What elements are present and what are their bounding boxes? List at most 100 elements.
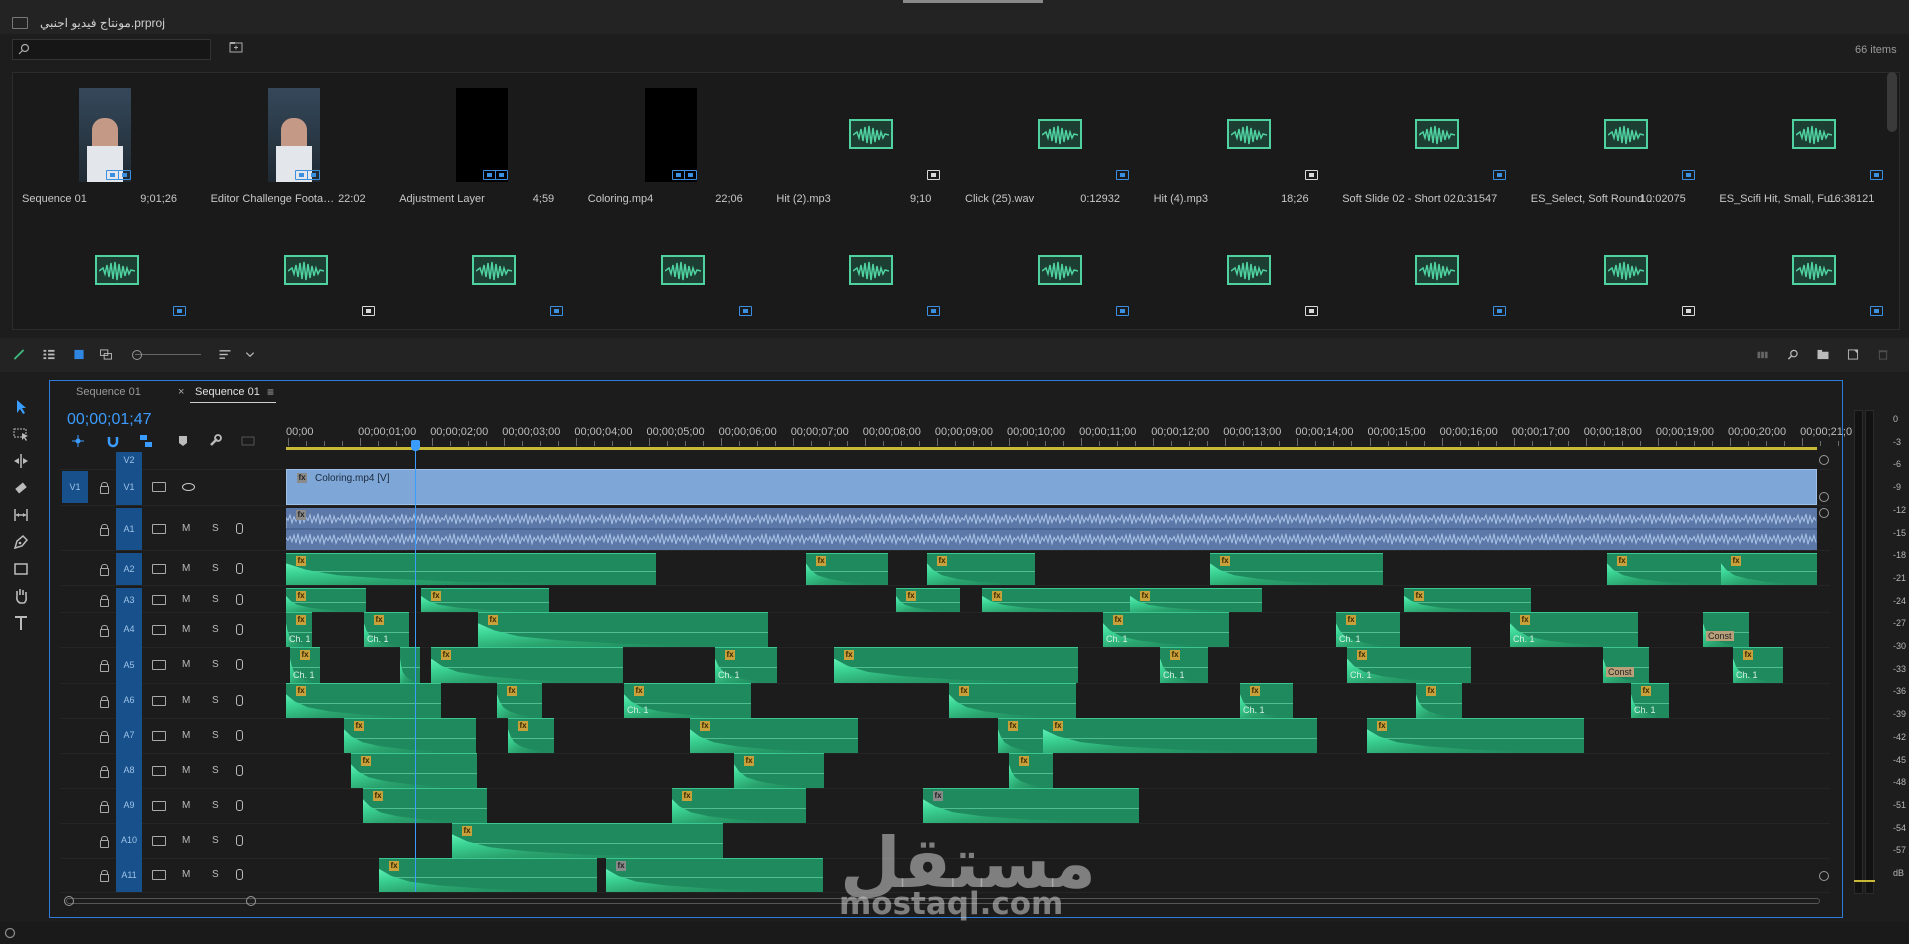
list-view-icon[interactable] — [42, 349, 56, 360]
track-target-a8[interactable]: A8 — [116, 753, 142, 788]
solo-track-button[interactable]: S — [212, 523, 219, 534]
toggle-output-eye-icon[interactable] — [182, 483, 195, 491]
pencil-icon[interactable] — [12, 349, 26, 360]
bin-item[interactable]: Miscellaneous (4).wav0:26384 — [13, 216, 201, 329]
audio-clip[interactable]: fx — [949, 683, 1076, 718]
audio-clip[interactable]: fx — [606, 858, 823, 892]
audio-clip[interactable]: fx Ch. 1 — [1733, 647, 1783, 683]
track-target-v1[interactable]: V1 — [116, 469, 142, 505]
track-target-a3[interactable]: A3 — [116, 588, 142, 612]
audio-clip[interactable]: fx — [497, 683, 542, 718]
bin-item[interactable]: Sequence 01 9;01;26 — [13, 80, 201, 210]
cc-sync-icon[interactable] — [4, 927, 16, 939]
bin-item[interactable]: ES_Select, Soft Round... 10:02075 — [1522, 80, 1710, 210]
track-scroll-top-handle[interactable] — [1819, 455, 1829, 465]
audio-clip[interactable]: fx — [806, 553, 888, 585]
mute-track-button[interactable]: M — [182, 800, 190, 811]
voice-over-record-icon[interactable] — [236, 835, 243, 846]
tab-sequence-01-inactive[interactable]: Sequence 01 — [76, 386, 141, 398]
lock-track-icon[interactable] — [100, 564, 109, 576]
solo-track-button[interactable]: S — [212, 624, 219, 635]
type-tool-icon[interactable] — [12, 614, 30, 632]
audio-clip[interactable]: fx — [452, 823, 723, 858]
lock-track-icon[interactable] — [100, 696, 109, 708]
find-icon[interactable] — [1786, 349, 1800, 360]
audio-clip[interactable] — [400, 647, 420, 683]
voice-over-record-icon[interactable] — [236, 869, 243, 880]
track-scroll-bottom-handle[interactable] — [1819, 871, 1829, 881]
bin-item[interactable]: Coloring.mp4 22;06 — [579, 80, 767, 210]
audio-clip[interactable]: fx — [982, 588, 1130, 612]
automate-to-sequence-icon[interactable] — [1756, 349, 1770, 360]
audio-clip[interactable]: fx — [286, 683, 441, 718]
audio-clip[interactable]: fx — [927, 553, 1035, 585]
new-bin-icon[interactable] — [229, 41, 243, 53]
audio-clip[interactable]: fx Ch. 1 — [1160, 647, 1208, 683]
lock-track-icon[interactable] — [100, 836, 109, 848]
snap-icon[interactable] — [106, 434, 120, 448]
sync-lock-icon[interactable] — [152, 660, 166, 670]
razor-tool-icon[interactable] — [12, 479, 30, 497]
tab-sequence-01-active[interactable]: Sequence 01 — [195, 386, 260, 398]
bin-item[interactable]: Glitch (1).wav0:30870 — [202, 216, 390, 329]
panel-menu-icon[interactable]: ≡ — [267, 385, 274, 399]
voice-over-record-icon[interactable] — [236, 594, 243, 605]
solo-track-button[interactable]: S — [212, 730, 219, 741]
add-marker-icon[interactable] — [176, 434, 190, 448]
voice-over-record-icon[interactable] — [236, 730, 243, 741]
icon-view-icon[interactable] — [72, 349, 86, 360]
lock-track-icon[interactable] — [100, 766, 109, 778]
audio-clip[interactable]: fx — [923, 788, 1139, 823]
audio-clip[interactable]: fx — [421, 588, 549, 612]
bin-item[interactable]: Adjustment Layer 4;59 — [390, 80, 578, 210]
solo-track-button[interactable]: S — [212, 659, 219, 670]
audio-clip[interactable]: fx Ch. 1 — [624, 683, 751, 718]
sync-lock-icon[interactable] — [152, 564, 166, 574]
pen-tool-icon[interactable] — [12, 533, 30, 551]
audio-clip[interactable]: fx — [1607, 553, 1723, 585]
audio-clip[interactable]: fx — [351, 753, 477, 788]
new-item-icon[interactable] — [1846, 349, 1860, 360]
track-scroll-a1-handle[interactable] — [1819, 508, 1829, 518]
audio-clip[interactable]: fx — [1009, 753, 1053, 788]
rectangle-tool-icon[interactable] — [12, 560, 30, 578]
audio-clip[interactable]: Const — [1703, 612, 1749, 647]
zoom-slider-handle[interactable] — [132, 350, 142, 360]
audio-clip[interactable]: fx — [379, 858, 597, 892]
voice-over-record-icon[interactable] — [236, 800, 243, 811]
audio-clip[interactable]: fx — [1416, 683, 1462, 718]
solo-track-button[interactable]: S — [212, 869, 219, 880]
lock-track-icon[interactable] — [100, 595, 109, 607]
freeform-view-icon[interactable] — [99, 349, 113, 360]
voice-over-record-icon[interactable] — [236, 765, 243, 776]
lock-track-icon[interactable] — [100, 625, 109, 637]
sync-lock-icon[interactable] — [152, 801, 166, 811]
mute-track-button[interactable]: M — [182, 563, 190, 574]
audio-clip[interactable]: fx Ch. 1 — [286, 612, 312, 647]
mute-track-button[interactable]: M — [182, 730, 190, 741]
audio-clip[interactable]: fx — [286, 553, 656, 585]
close-tab-icon[interactable]: × — [178, 386, 184, 398]
hscroll-right-handle[interactable] — [246, 896, 256, 906]
audio-clip[interactable]: fx Ch. 1 — [290, 647, 320, 683]
mute-track-button[interactable]: M — [182, 523, 190, 534]
audio-clip[interactable]: fx — [690, 718, 858, 753]
audio-clip[interactable]: fx Ch. 1 — [1103, 612, 1229, 647]
new-bin-folder-icon[interactable] — [1816, 349, 1830, 360]
solo-track-button[interactable]: S — [212, 835, 219, 846]
ripple-edit-tool-icon[interactable] — [12, 452, 30, 470]
audio-clip[interactable]: fx — [478, 612, 768, 647]
voice-over-record-icon[interactable] — [236, 523, 243, 534]
audio-clip[interactable]: fx Ch. 1 — [1336, 612, 1400, 647]
audio-clip[interactable]: fx — [286, 588, 366, 612]
audio-clip-a1[interactable]: fx — [286, 508, 1817, 550]
bin-item[interactable]: Click (13).wav0:07380 — [767, 216, 955, 329]
solo-track-button[interactable]: S — [212, 594, 219, 605]
audio-clip[interactable]: fx — [1404, 588, 1531, 612]
audio-clip[interactable]: fx — [344, 718, 476, 753]
audio-clip[interactable]: Const — [1603, 647, 1649, 683]
captions-icon[interactable] — [241, 434, 255, 448]
sync-lock-icon[interactable] — [152, 625, 166, 635]
sync-lock-icon[interactable] — [152, 524, 166, 534]
audio-clip[interactable]: fx — [734, 753, 824, 788]
